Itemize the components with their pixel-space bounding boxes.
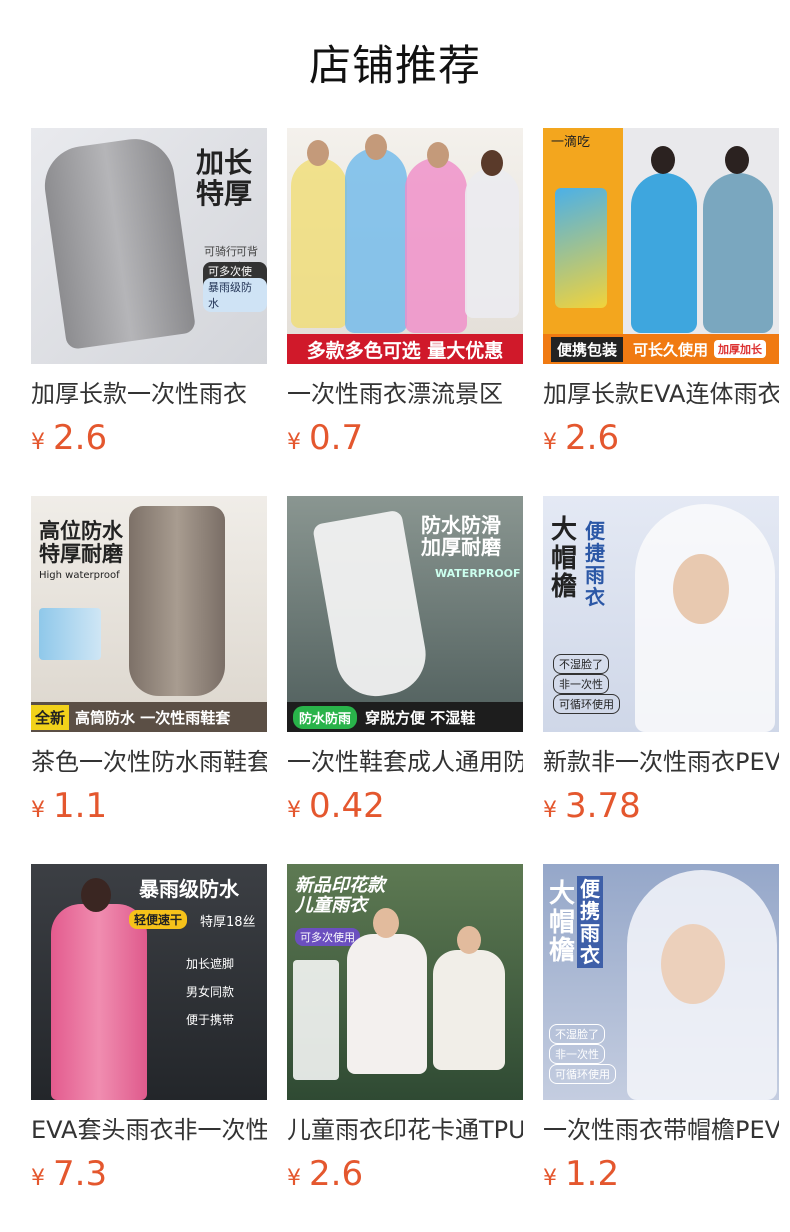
image-headline: 新品印花款 儿童雨衣 xyxy=(295,875,385,916)
image-badge: 暴雨级防水 xyxy=(203,278,267,312)
product-card[interactable]: 防水防滑 加厚耐磨 WATERPROOF 防水防雨 穿脱方便 不湿鞋 一次性鞋套… xyxy=(287,496,523,864)
product-card[interactable]: 暴雨级防水 轻便速干 特厚18丝 加长遮脚 男女同款 便于携带 EVA套头雨衣非… xyxy=(31,864,267,1232)
image-headline: 防水防滑 加厚耐磨 xyxy=(421,513,501,559)
currency-symbol: ¥ xyxy=(543,430,557,455)
image-list-item: 加长遮脚 xyxy=(186,957,235,971)
price-value: 2.6 xyxy=(53,418,108,458)
product-card[interactable]: 多款多色可选 量大优惠 一次性雨衣漂流景区 ¥0.7 xyxy=(287,128,523,496)
image-badge: 可多次使用 xyxy=(295,928,360,946)
product-price: ¥2.6 xyxy=(543,418,779,464)
product-card[interactable]: 大 帽 檐 便 捷 雨 衣 不湿脸了 非一次性 可循环使用 新款非一次性雨衣PE… xyxy=(543,496,779,864)
product-price: ¥1.1 xyxy=(31,786,267,832)
product-image[interactable]: 大 帽 檐 便 携 雨 衣 不湿脸了 非一次性 可循环使用 xyxy=(543,864,779,1100)
image-tag: 可循环使用 xyxy=(553,694,620,714)
price-value: 3.78 xyxy=(565,786,641,826)
product-price: ¥1.2 xyxy=(543,1154,779,1200)
product-name[interactable]: 一次性雨衣带帽檐PEVA xyxy=(543,1114,779,1146)
product-card[interactable]: 加长 特厚 可骑行 可背包 可多次使用 暴雨级防水 加厚长款一次性雨衣 ¥2.6 xyxy=(31,128,267,496)
product-name[interactable]: 新款非一次性雨衣PEVA xyxy=(543,746,779,778)
image-banner-left: 防水防雨 xyxy=(293,705,358,729)
product-card[interactable]: 高位防水 特厚耐磨 High waterproof 全新 高筒防水 一次性雨鞋套… xyxy=(31,496,267,864)
product-image[interactable]: 加长 特厚 可骑行 可背包 可多次使用 暴雨级防水 xyxy=(31,128,267,364)
image-headline-2: 便 捷 雨 衣 xyxy=(585,519,605,609)
product-card[interactable]: 一滴吃 便携包装 可长久使用 加厚加长 加厚长款EVA连体雨衣 ¥2.6 xyxy=(543,128,779,496)
currency-symbol: ¥ xyxy=(543,1166,557,1191)
product-name[interactable]: 茶色一次性防水雨鞋套 xyxy=(31,746,267,778)
price-value: 0.42 xyxy=(309,786,385,826)
image-headline-2: 便 携 雨 衣 xyxy=(577,876,603,968)
image-brand: 一滴吃 xyxy=(551,135,591,150)
product-name[interactable]: 加厚长款EVA连体雨衣 xyxy=(543,378,779,410)
image-subtext: WATERPROOF xyxy=(435,567,521,580)
image-tag: 非一次性 xyxy=(553,674,609,694)
price-value: 1.2 xyxy=(565,1154,620,1194)
product-name[interactable]: 儿童雨衣印花卡通TPU xyxy=(287,1114,523,1146)
image-banner-right: 穿脱方便 不湿鞋 xyxy=(365,708,476,727)
currency-symbol: ¥ xyxy=(287,798,301,823)
image-headline: 暴雨级防水 xyxy=(139,877,239,901)
product-card[interactable]: 大 帽 檐 便 携 雨 衣 不湿脸了 非一次性 可循环使用 一次性雨衣带帽檐PE… xyxy=(543,864,779,1232)
currency-symbol: ¥ xyxy=(543,798,557,823)
image-tag: 不湿脸了 xyxy=(553,654,609,674)
product-name[interactable]: 加厚长款一次性雨衣 xyxy=(31,378,267,410)
product-image[interactable]: 大 帽 檐 便 捷 雨 衣 不湿脸了 非一次性 可循环使用 xyxy=(543,496,779,732)
image-banner-left: 便携包装 xyxy=(551,336,624,362)
product-grid: 加长 特厚 可骑行 可背包 可多次使用 暴雨级防水 加厚长款一次性雨衣 ¥2.6 xyxy=(31,128,779,1232)
image-banner-right: 高筒防水 一次性雨鞋套 xyxy=(75,708,231,727)
product-image[interactable]: 多款多色可选 量大优惠 xyxy=(287,128,523,364)
image-banner-tag: 加厚加长 xyxy=(714,340,767,358)
price-value: 0.7 xyxy=(309,418,364,458)
currency-symbol: ¥ xyxy=(31,798,45,823)
product-image[interactable]: 暴雨级防水 轻便速干 特厚18丝 加长遮脚 男女同款 便于携带 xyxy=(31,864,267,1100)
image-list-item: 便于携带 xyxy=(186,1013,235,1027)
currency-symbol: ¥ xyxy=(31,1166,45,1191)
product-image[interactable]: 防水防滑 加厚耐磨 WATERPROOF 防水防雨 穿脱方便 不湿鞋 xyxy=(287,496,523,732)
page-title: 店铺推荐 xyxy=(308,41,481,90)
product-image[interactable]: 高位防水 特厚耐磨 High waterproof 全新 高筒防水 一次性雨鞋套 xyxy=(31,496,267,732)
currency-symbol: ¥ xyxy=(287,430,301,455)
product-price: ¥3.78 xyxy=(543,786,779,832)
price-value: 2.6 xyxy=(565,418,620,458)
image-list-item: 男女同款 xyxy=(186,985,235,999)
image-tag: 非一次性 xyxy=(549,1044,605,1064)
image-badge-2: 特厚18丝 xyxy=(200,915,256,930)
product-price: ¥2.6 xyxy=(31,418,267,464)
image-banner-right: 可长久使用 xyxy=(633,340,709,359)
image-headline: 大 帽 檐 xyxy=(549,879,576,967)
image-banner-left: 全新 xyxy=(31,704,70,730)
price-value: 1.1 xyxy=(53,786,108,826)
product-price: ¥0.7 xyxy=(287,418,523,464)
image-badge: 轻便速干 xyxy=(129,910,188,929)
image-subtext: High waterproof xyxy=(39,570,120,581)
image-headline: 大 帽 檐 xyxy=(551,515,578,603)
product-price: ¥2.6 xyxy=(287,1154,523,1200)
product-price: ¥0.42 xyxy=(287,786,523,832)
image-headline: 高位防水 特厚耐磨 xyxy=(39,519,123,567)
price-value: 2.6 xyxy=(309,1154,364,1194)
image-tag: 不湿脸了 xyxy=(549,1024,605,1044)
shop-recommend-page: 店铺推荐 加长 特厚 可骑行 可背包 可多次使用 暴雨级防水 加厚长款一次性雨衣… xyxy=(0,0,790,1232)
image-banner: 多款多色可选 量大优惠 xyxy=(287,334,523,364)
product-price: ¥7.3 xyxy=(31,1154,267,1200)
currency-symbol: ¥ xyxy=(287,1166,301,1191)
product-image[interactable]: 新品印花款 儿童雨衣 可多次使用 xyxy=(287,864,523,1100)
currency-symbol: ¥ xyxy=(31,430,45,455)
product-card[interactable]: 新品印花款 儿童雨衣 可多次使用 儿童雨衣印花卡通TPU ¥2.6 xyxy=(287,864,523,1232)
product-image[interactable]: 一滴吃 便携包装 可长久使用 加厚加长 xyxy=(543,128,779,364)
image-tag: 可循环使用 xyxy=(549,1064,616,1084)
price-value: 7.3 xyxy=(53,1154,108,1194)
product-name[interactable]: 一次性鞋套成人通用防滑 xyxy=(287,746,523,778)
product-name[interactable]: 一次性雨衣漂流景区 xyxy=(287,378,523,410)
product-name[interactable]: EVA套头雨衣非一次性 xyxy=(31,1114,267,1146)
image-headline: 加长 特厚 xyxy=(196,146,253,210)
